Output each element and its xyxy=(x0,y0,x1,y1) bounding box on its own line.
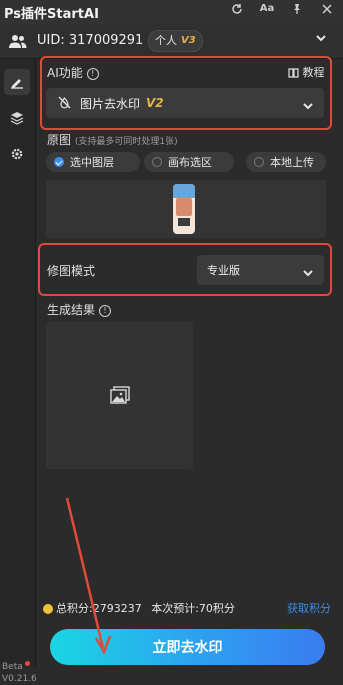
annotation-arrow xyxy=(65,497,112,655)
version-number: V0.21.6 xyxy=(2,674,37,684)
